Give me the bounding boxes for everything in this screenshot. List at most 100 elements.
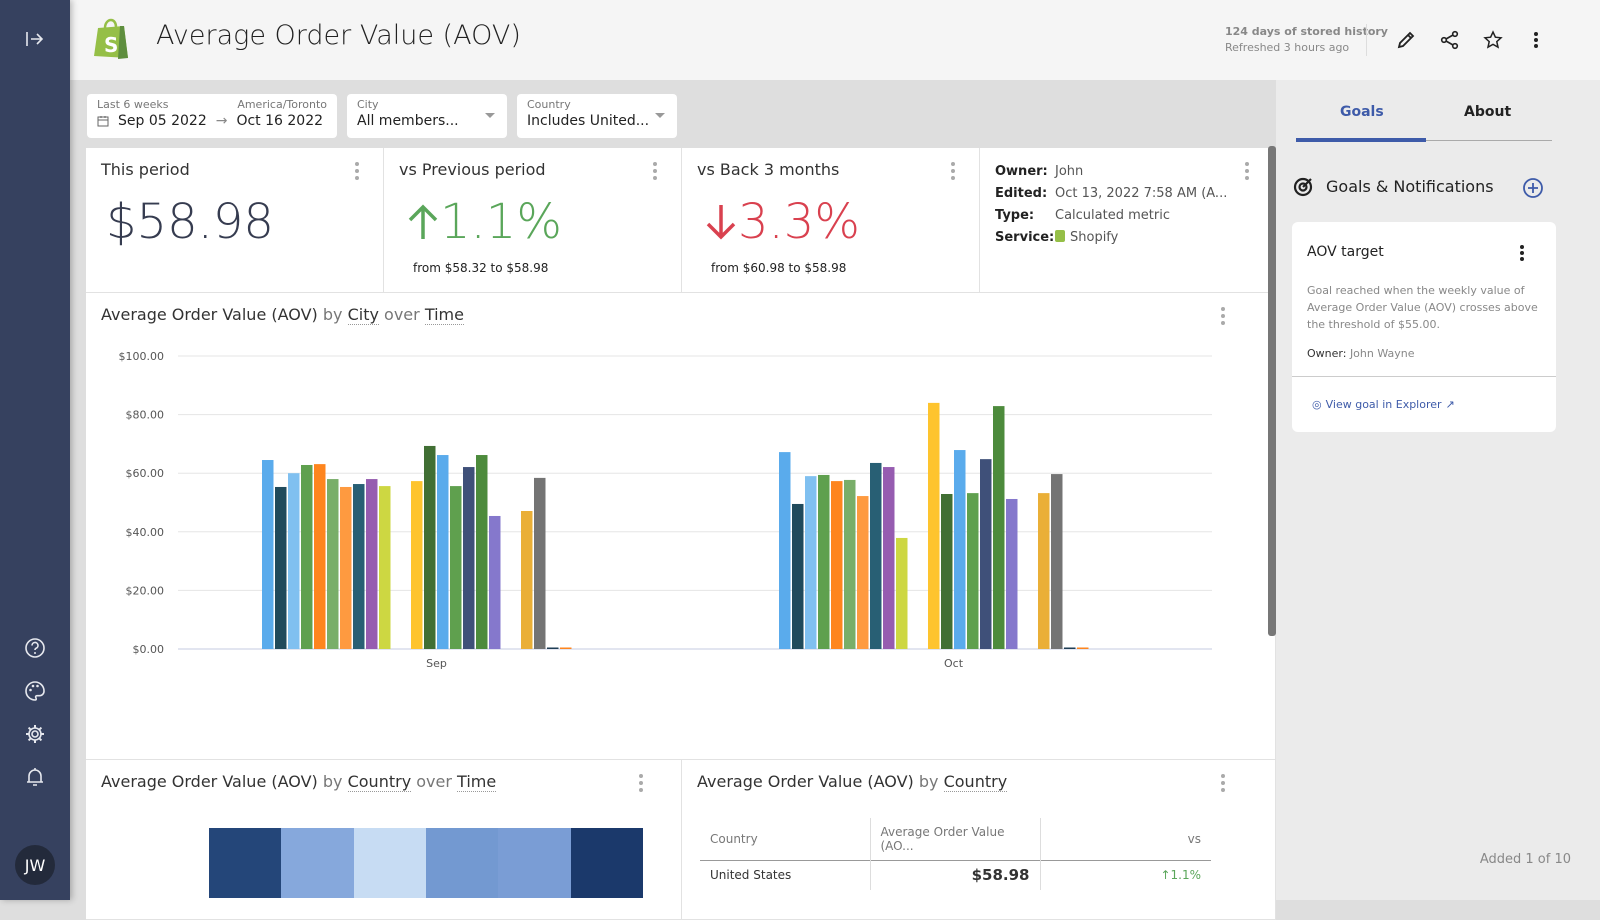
share-icon [1440,30,1459,50]
shopify-logo-icon: S [92,18,130,64]
bar [844,479,856,649]
chart-by: by [918,772,939,791]
city-filter[interactable]: City All members... [347,94,507,138]
chart-title: Average Order Value (AOV) by Country [697,772,1008,792]
dimension-selector[interactable]: Country [347,772,412,792]
right-panel: Goals About Goals & Notifications AOV ta… [1276,80,1600,900]
tab-goals[interactable]: Goals [1340,104,1384,120]
add-goal-button[interactable] [1522,177,1544,203]
edit-button[interactable] [1392,26,1420,54]
scrollbar[interactable] [1268,146,1276,636]
kebab-icon[interactable] [1243,162,1251,180]
bar [1077,647,1089,649]
y-tick-label: $20.00 [126,584,165,597]
dimension-selector[interactable]: Country [943,772,1008,792]
kebab-icon[interactable] [651,162,659,180]
kebab-icon[interactable] [949,162,957,180]
column-header[interactable]: vs [1040,818,1211,860]
country-table: Country Average Order Value (AO... vs Un… [700,818,1211,890]
bar [463,467,475,649]
kpi-value: 3.3% [738,194,860,250]
heatmap-cell[interactable] [498,828,571,898]
header: S Average Order Value (AOV) 124 days of … [70,0,1600,80]
value-cell: $58.98 [870,860,1041,890]
type-value: Calculated metric [1055,208,1170,223]
time-selector[interactable]: Time [457,772,497,792]
bar [896,537,908,649]
help-icon[interactable] [20,633,50,663]
svg-text:S: S [104,33,118,57]
y-tick-label: $60.00 [126,467,165,480]
bar [353,484,365,649]
bar [870,462,882,649]
country-filter[interactable]: Country Includes United... [517,94,677,138]
country-cell: United States [700,860,871,890]
heatmap [209,828,643,898]
heatmap-cell[interactable] [281,828,354,898]
kpi-title: This period [101,160,190,179]
column-header[interactable]: Country [700,818,871,860]
page-title: Average Order Value (AOV) [156,20,521,51]
kpi-value: 1.1% [440,194,562,250]
bar [327,479,339,649]
kebab-icon[interactable] [637,774,645,792]
edited-value: Oct 13, 2022 7:58 AM (A... [1055,186,1228,201]
palette-icon[interactable] [20,676,50,706]
chart-title: Average Order Value (AOV) by Country ove… [101,772,497,792]
bar [547,647,559,649]
start-date: Sep 05 2022 [118,113,207,129]
plus-circle-icon [1523,178,1543,198]
more-options-button[interactable] [1522,26,1550,54]
table-row[interactable]: United States $58.98 ↑1.1% [700,860,1211,890]
tab-about[interactable]: About [1464,104,1511,120]
type-key: Type: [995,208,1035,223]
bar [792,503,804,649]
heatmap-cell[interactable] [353,828,426,898]
service-key: Service: [995,230,1055,245]
external-link-icon: ↗ [1445,398,1455,411]
stored-history: 124 days of stored history [1225,25,1388,38]
y-tick-label: $80.00 [126,409,165,422]
owner-key: Owner: [995,164,1048,179]
arrow-up-icon [408,204,438,239]
bar [411,481,423,649]
kpi-value: $58.98 [106,194,274,250]
bar [779,452,791,649]
bar [489,515,501,649]
bar [262,460,274,649]
avatar[interactable]: JW [15,845,55,885]
refreshed-time: Refreshed 3 hours ago [1225,41,1350,54]
city-filter-value: All members... [357,113,459,129]
added-count: Added 1 of 10 [1479,852,1571,867]
chevron-down-icon [655,113,665,118]
bar [941,494,953,649]
dashboard: This period $58.98 vs Previous period 1.… [86,148,1276,920]
bell-icon[interactable] [20,762,50,792]
favorite-button[interactable] [1479,26,1507,54]
kpi-from: from $60.98 to $58.98 [711,261,847,275]
divider [1292,376,1556,377]
heatmap-cell[interactable] [570,828,643,898]
kebab-icon [1534,32,1538,48]
chart-by: by [322,772,343,791]
share-button[interactable] [1436,26,1464,54]
column-header[interactable]: Average Order Value (AO... [870,818,1041,860]
view-goal-link[interactable]: ◎ View goal in Explorer ↗ [1312,398,1455,411]
kpi-vs-previous: vs Previous period 1.1% from $58.32 to $… [384,148,682,293]
kebab-icon[interactable] [1519,244,1525,266]
heatmap-cell[interactable] [425,828,499,898]
pencil-icon [1397,31,1415,49]
bar [980,459,992,649]
bar [476,455,488,649]
expand-sidebar-icon[interactable] [20,24,50,54]
bar [928,402,940,649]
date-range-filter[interactable]: Last 6 weeks America/Toronto Sep 05 2022 … [87,94,337,138]
heatmap-cell[interactable] [209,828,282,898]
kebab-icon[interactable] [1219,774,1227,792]
bar [437,455,449,649]
target-icon: ◎ [1312,398,1322,411]
timezone: America/Toronto [237,98,327,111]
kebab-icon[interactable] [353,162,361,180]
calendar-icon [97,116,109,127]
gear-icon[interactable] [20,719,50,749]
